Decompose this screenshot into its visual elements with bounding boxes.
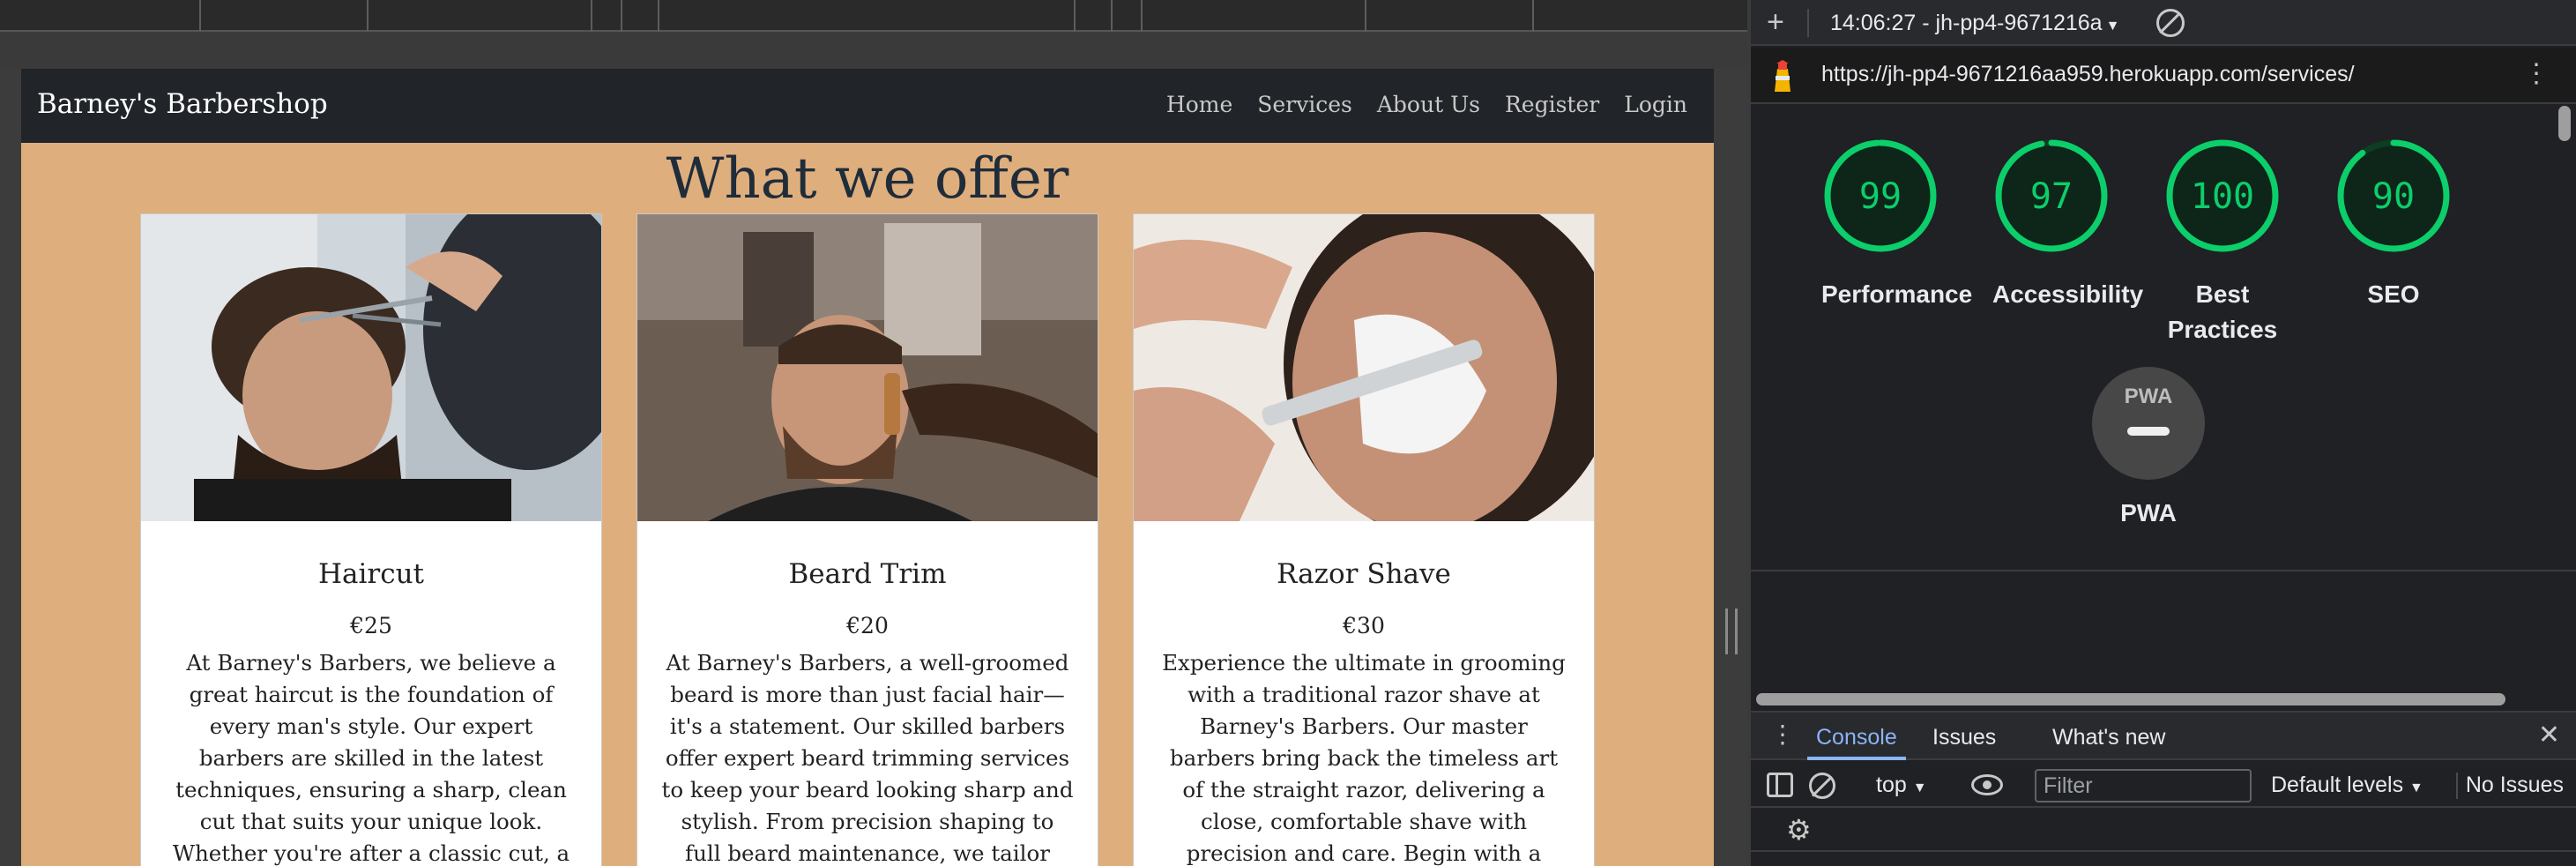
score-label: Performance: [1821, 280, 1973, 308]
site-nav: Home Services About Us Register Login: [1166, 92, 1687, 117]
score-label: Best Practices: [2167, 280, 2278, 343]
eye-icon[interactable]: [1971, 774, 2003, 795]
gauge-best-practices[interactable]: 100 Best Practices: [2163, 138, 2282, 347]
report-url[interactable]: https://jh-pp4-9671216aa959.herokuapp.co…: [1821, 62, 2355, 87]
log-levels-dropdown[interactable]: Default levels ▼: [2271, 773, 2423, 798]
gear-icon[interactable]: ⚙: [1786, 813, 1812, 847]
score-label: Accessibility: [1992, 280, 2144, 308]
console-divider: [1751, 850, 2576, 852]
website: Barney's Barbershop Home Services About …: [21, 69, 1714, 866]
card-price: €25: [350, 613, 392, 638]
gauge-accessibility[interactable]: 97 Accessibility: [1992, 138, 2144, 312]
service-card-beard-trim: Beard Trim €20 At Barney's Barbers, a we…: [637, 213, 1098, 866]
brand-logo-link[interactable]: Barney's Barbershop: [37, 88, 328, 120]
report-selector-label: 14:06:27 - jh-pp4-9671216a: [1830, 11, 2103, 35]
toolbar-divider: [2456, 773, 2458, 799]
score-ring: 100: [2166, 139, 2279, 252]
score-ring: 99: [1824, 139, 1937, 252]
score-ring: 90: [2337, 139, 2450, 252]
context-selector[interactable]: top ▼: [1876, 773, 1927, 798]
vertical-scrollbar[interactable]: [2558, 106, 2571, 141]
console-toolbar: top ▼ Default levels ▼ No Issues: [1751, 762, 2576, 808]
tab-whats-new[interactable]: What's new: [2052, 725, 2165, 750]
ruler-tick: [1111, 0, 1113, 32]
score-ring: 97: [1995, 139, 2108, 252]
toolbar-divider: [1807, 9, 1809, 37]
card-title: Razor Shave: [1277, 558, 1451, 590]
section-divider: [1751, 570, 2576, 571]
viewport-gutter: [0, 34, 1747, 69]
card-description: At Barney's Barbers, we believe a great …: [172, 650, 570, 866]
card-price: €30: [1343, 613, 1385, 638]
caret-down-icon: ▼: [2409, 780, 2423, 795]
gauge-seo[interactable]: 90 SEO: [2334, 138, 2453, 312]
log-levels-label: Default levels: [2271, 773, 2404, 797]
issues-counter[interactable]: No Issues: [2466, 773, 2564, 798]
card-description: At Barney's Barbers, a well-groomed bear…: [661, 650, 1074, 866]
lighthouse-scores: 99 Performance 97 Accessibility 100 Best…: [1751, 106, 2576, 570]
service-card-haircut: Haircut €25 At Barney's Barbers, we beli…: [140, 213, 602, 866]
lighthouse-icon: [1775, 60, 1791, 92]
plus-icon[interactable]: +: [1767, 5, 1784, 40]
nav-home[interactable]: Home: [1166, 92, 1232, 117]
report-selector[interactable]: 14:06:27 - jh-pp4-9671216a ▼: [1830, 11, 2119, 36]
page-heading: What we offer: [666, 146, 1069, 212]
beard-trim-photo: [637, 214, 1098, 521]
gauge-pwa[interactable]: PWA PWA: [2091, 367, 2206, 527]
devtools-panel: + 14:06:27 - jh-pp4-9671216a ▼ https://jh…: [1751, 0, 2576, 866]
nav-login[interactable]: Login: [1624, 92, 1687, 117]
active-tab-indicator: [1807, 757, 1906, 760]
more-options-icon[interactable]: ⋮: [2523, 58, 2550, 89]
close-icon[interactable]: ✕: [2538, 720, 2560, 750]
nav-register[interactable]: Register: [1505, 92, 1599, 117]
tab-console[interactable]: Console: [1816, 725, 1897, 750]
card-price: €20: [846, 613, 889, 638]
sidebar-toggle-icon[interactable]: [1767, 773, 1793, 797]
ruler-tick: [1074, 0, 1076, 32]
ruler-tick: [658, 0, 659, 32]
score-value: 90: [2372, 176, 2415, 217]
clear-reports-icon[interactable]: [2156, 9, 2185, 37]
report-url-bar: https://jh-pp4-9671216aa959.herokuapp.co…: [1751, 48, 2576, 104]
ruler-tick: [1141, 0, 1143, 32]
ruler-tick: [621, 0, 622, 32]
console-settings-row: ⚙: [1751, 810, 2576, 850]
drawer-tabbar: ⋮ Console Issues What's new ✕: [1751, 711, 2576, 760]
card-title: Haircut: [317, 558, 425, 590]
ruler-tick: [199, 0, 201, 32]
haircut-photo: [141, 214, 601, 521]
resize-grip[interactable]: [1725, 608, 1738, 654]
nav-about-us[interactable]: About Us: [1377, 92, 1480, 117]
page-viewport: Barney's Barbershop Home Services About …: [0, 0, 1747, 866]
service-card-razor-shave: Razor Shave €30 Experience the ultimate …: [1133, 213, 1595, 866]
tab-issues[interactable]: Issues: [1932, 725, 1996, 750]
caret-down-icon: ▼: [1912, 780, 1927, 795]
clear-console-icon[interactable]: [1809, 773, 1835, 799]
score-value: 97: [2030, 176, 2073, 217]
score-value: 100: [2191, 176, 2254, 217]
card-title: Beard Trim: [788, 558, 947, 590]
ruler-tick: [1532, 0, 1534, 32]
ruler-tick: [1365, 0, 1366, 32]
drawer-menu-icon[interactable]: ⋮: [1770, 720, 1795, 749]
context-selector-label: top: [1876, 773, 1907, 797]
pwa-status-dash: [2127, 427, 2170, 436]
media-query-ruler: [0, 0, 1747, 32]
score-label: SEO: [2367, 280, 2420, 308]
pwa-label: PWA: [2120, 499, 2177, 526]
horizontal-scrollbar[interactable]: [1756, 693, 2505, 705]
pwa-badge-text: PWA: [2124, 384, 2173, 408]
card-description: Experience the ultimate in grooming with…: [1162, 650, 1566, 866]
razor-shave-photo: [1134, 214, 1594, 521]
gauge-performance[interactable]: 99 Performance: [1821, 138, 1973, 312]
score-value: 99: [1859, 176, 1902, 217]
site-navbar: Barney's Barbershop Home Services About …: [21, 69, 1714, 143]
caret-down-icon: ▼: [2105, 19, 2120, 34]
nav-services[interactable]: Services: [1257, 92, 1352, 117]
ruler-tick: [367, 0, 369, 32]
ruler-tick: [591, 0, 592, 32]
lighthouse-toolbar: + 14:06:27 - jh-pp4-9671216a ▼: [1751, 0, 2576, 46]
console-filter-input[interactable]: [2035, 769, 2252, 803]
pwa-badge: PWA: [2092, 367, 2205, 480]
